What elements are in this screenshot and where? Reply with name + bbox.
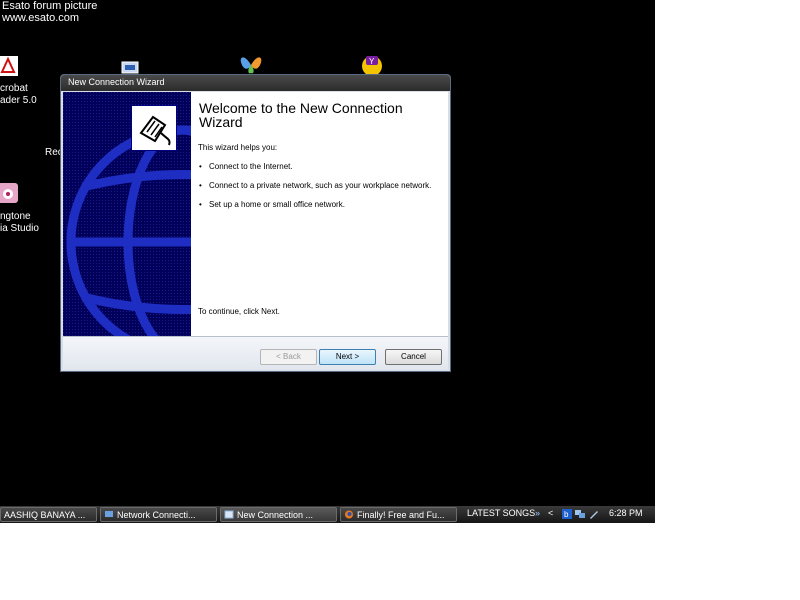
watermark-line-1: Esato forum picture [2,0,98,12]
acrobat-icon [0,56,18,76]
desktop-icon-acrobat-label-2: ader 5.0 [0,95,37,106]
svg-text:Y: Y [369,57,375,66]
window-titlebar[interactable]: New Connection Wizard [61,75,450,91]
wizard-icon [224,510,234,519]
taskbar-item-label: New Connection ... [237,510,314,520]
taskbar: AASHIQ BANAYA ... Network Connecti... Ne… [0,506,655,523]
back-button[interactable]: < Back [260,349,317,365]
desktop: Esato forum picture www.esato.com crobat… [0,0,655,523]
watermark: Esato forum picture www.esato.com [2,0,97,24]
taskbar-item-firefox[interactable]: Finally! Free and Fu... [340,507,457,522]
wizard-intro: This wizard helps you: [198,143,278,152]
taskbar-item-media[interactable]: AASHIQ BANAYA ... [0,507,97,522]
wizard-connection-icon [131,105,177,151]
wizard-content: Welcome to the New Connection Wizard Thi… [191,92,448,336]
window-title: New Connection Wizard [68,77,165,87]
wizard-sidebar [63,92,191,336]
svg-text:b: b [564,510,569,519]
desktop-icon-ringtone-label-1: ngtone [0,211,31,222]
taskbar-item-new-connection[interactable]: New Connection ... [220,507,337,522]
continue-instruction: To continue, click Next. [198,307,280,316]
tray-pen-icon[interactable] [589,509,599,519]
next-button[interactable]: Next > [319,349,376,365]
bullet-item: Connect to a private network, such as yo… [198,181,438,191]
firefox-icon [345,510,353,519]
toolbar-chevron[interactable]: » [535,508,540,518]
desktop-icon-acrobat[interactable]: crobat ader 5.0 [0,54,40,106]
yahoo-messenger-icon[interactable]: Y [360,53,386,75]
ringtone-studio-icon [0,183,18,203]
cancel-button[interactable]: Cancel [385,349,442,365]
taskbar-item-label: Finally! Free and Fu... [357,510,445,520]
taskbar-item-label: AASHIQ BANAYA ... [4,510,86,520]
wizard-button-bar: < Back Next > Cancel [63,336,448,370]
wizard-heading: Welcome to the New Connection Wizard [199,100,403,130]
desktop-icon-ringtone-label-2: ia Studio [0,223,39,234]
wizard-window[interactable]: New Connection Wizard Welcome to the New… [60,74,451,372]
tray-bluetooth-icon[interactable]: b [562,509,572,519]
taskbar-clock[interactable]: 6:28 PM [609,508,643,518]
taskbar-item-network-connections[interactable]: Network Connecti... [100,507,217,522]
watermark-line-2: www.esato.com [2,12,80,24]
msn-butterfly-icon[interactable] [238,53,264,75]
tray-network-icon[interactable] [575,509,585,519]
network-cable-icon [139,115,171,146]
window-client: Welcome to the New Connection Wizard Thi… [63,92,448,370]
desktop-icon-acrobat-label-1: crobat [0,83,28,94]
tray-expand-arrow[interactable]: < [548,508,553,518]
bullet-item: Connect to the Internet. [198,162,438,172]
desktop-icon-ringtone[interactable]: ngtone ia Studio [0,181,40,235]
latest-songs-toolbar[interactable]: LATEST SONGS [467,508,535,518]
wizard-bullet-list: Connect to the Internet. Connect to a pr… [198,162,438,219]
taskbar-item-label: Network Connecti... [117,510,196,520]
network-connections-icon [105,511,113,517]
bullet-item: Set up a home or small office network. [198,200,438,210]
